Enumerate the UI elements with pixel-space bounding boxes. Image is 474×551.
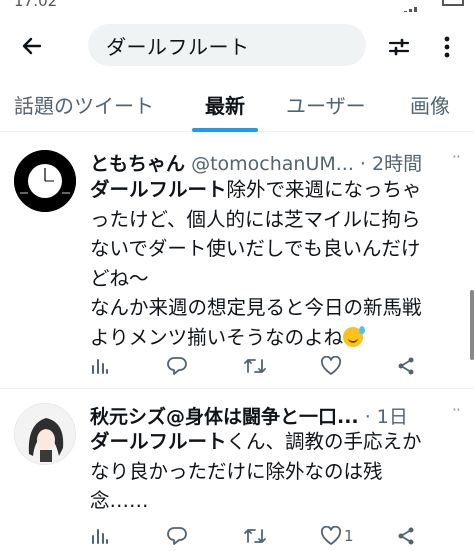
tab-latest[interactable]: 最新 [205,90,245,119]
search-input[interactable]: ダールフルート [88,24,366,66]
text-line: 除外で来週になっちゃ [226,178,422,201]
retweet-icon [244,529,266,543]
tweet-more-button[interactable]: ·· [452,147,461,166]
keyword-highlight: ダールフルート [90,178,227,201]
analytics-button[interactable] [90,524,110,548]
tab-people[interactable]: ユーザー [286,90,366,119]
tweet-actions [90,354,430,378]
tweet[interactable]: 秋元シズ@身体は闘争と一口... · 1日 ·· ダールフルートくん、調教の手応… [0,390,474,551]
tab-media[interactable]: 画像 [410,90,450,119]
tweet-text: ダールフルート除外で来週になっちゃ ったけど、個人的には芝マイルに拘ら ないでダ… [90,175,465,352]
handle[interactable]: @tomochanUM... [191,153,354,175]
reply-button[interactable] [166,524,188,548]
more-options-button[interactable] [432,30,462,64]
tweet-header: 秋元シズ@身体は闘争と一口... · 1日 [90,402,460,429]
reply-button[interactable] [166,354,188,378]
share-icon [398,357,414,375]
tweet-more-button[interactable]: ·· [452,400,461,419]
retweet-button[interactable] [243,354,267,378]
avatar[interactable] [14,403,76,465]
text-line: なり良かっただけに除外なのは残 [90,459,383,483]
heart-icon [320,356,342,375]
analytics-icon [92,529,108,544]
analytics-button[interactable] [90,354,110,378]
text-line: 念…… [90,489,149,512]
reply-icon [167,357,187,375]
timestamp[interactable]: · 1日 [365,406,408,428]
timestamp[interactable]: · 2時間 [360,153,422,175]
arrow-left-icon [22,37,42,55]
battery-icon [442,0,464,6]
status-bar: 17:02 [0,0,474,12]
status-time: 17:02 [14,0,58,10]
tweet-actions: 1 [90,524,430,548]
text-line: ったけど、個人的には芝マイルに拘ら [90,207,421,231]
search-header: ダールフルート [0,18,474,70]
share-button[interactable] [396,354,416,378]
search-tabs: 話題のツイート 最新 ユーザー 画像 [0,80,474,132]
search-query: ダールフルート [106,34,250,59]
text-line: くん、調教の手応えか [226,430,422,453]
grinning-sweat-emoji [343,325,366,347]
like-button[interactable] [320,354,344,378]
tweet-text: ダールフルートくん、調教の手応えか なり良かっただけに除外なのは残 念…… [90,427,465,516]
text-line: ないでダート使いだしでも良いんだけ [90,237,421,260]
search-filter-button[interactable] [382,30,416,64]
reply-icon [167,527,187,545]
back-button[interactable] [14,28,50,64]
keyword-highlight: ダールフルート [90,430,227,453]
tab-top[interactable]: 話題のツイート [14,90,154,119]
clock-avatar-image [14,150,76,212]
tweet-header: ともちゃん @tomochanUM... · 2時間 [90,149,460,176]
active-tab-indicator [192,128,258,132]
sliders-icon [388,38,410,56]
anime-girl-avatar-image [15,404,75,464]
text-line: よりメンツ揃いそうなのよね [90,325,344,349]
scrollbar-thumb[interactable] [470,290,474,360]
status-icons [404,0,464,12]
text-line: どね〜 [90,266,149,290]
avatar[interactable] [14,150,76,212]
more-vertical-icon [444,36,450,58]
display-name[interactable]: ともちゃん [90,153,185,175]
like-button[interactable]: 1 [320,524,354,548]
text-line: なんか来週の想定見ると今日の新馬戦 [90,296,422,319]
heart-icon [320,526,342,545]
tweet[interactable]: ともちゃん @tomochanUM... · 2時間 ·· ダールフルート除外で… [0,133,474,389]
retweet-button[interactable] [243,524,267,548]
retweet-icon [244,359,266,373]
share-button[interactable] [396,524,416,548]
like-count: 1 [344,527,354,545]
share-icon [398,527,414,545]
display-name[interactable]: 秋元シズ@身体は闘争と一口... [90,406,359,428]
analytics-icon [92,359,108,374]
